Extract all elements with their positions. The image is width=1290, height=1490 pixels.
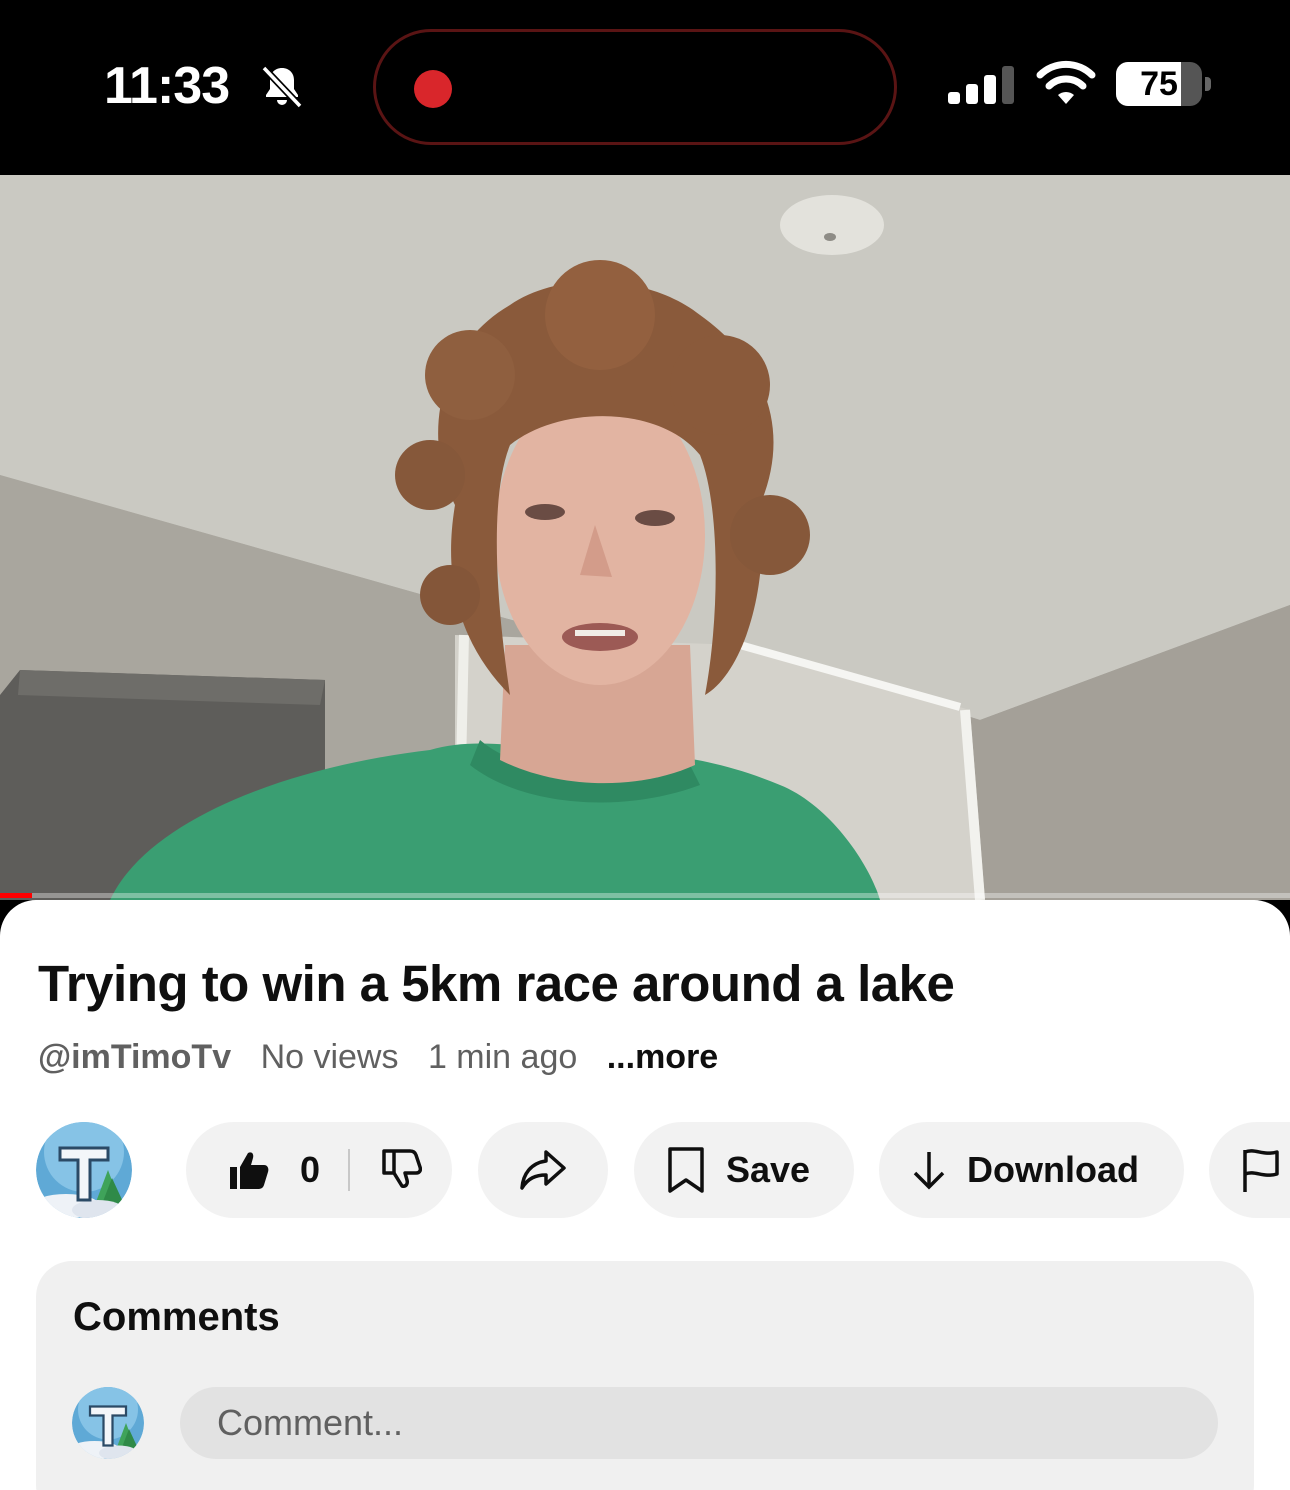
dislike-button[interactable]: [380, 1147, 423, 1194]
video-player[interactable]: [0, 175, 1290, 900]
bell-slash-icon: [261, 65, 303, 109]
share-icon: [520, 1150, 566, 1190]
user-avatar-logo: [72, 1387, 144, 1459]
recording-indicator: [414, 70, 452, 108]
like-count: 0: [300, 1149, 321, 1190]
video-progress-fill: [0, 893, 33, 898]
video-details-sheet: Trying to win a 5km race around a lake @…: [0, 900, 1290, 1490]
more-link[interactable]: ...more: [607, 1038, 718, 1076]
channel-avatar[interactable]: [36, 1122, 132, 1218]
status-time: 11:33: [104, 57, 230, 115]
video-title[interactable]: Trying to win a 5km race around a lake: [38, 954, 955, 1013]
view-count: No views: [260, 1038, 399, 1076]
report-button[interactable]: [1209, 1122, 1290, 1218]
download-label: Download: [967, 1149, 1139, 1190]
like-divider: [348, 1149, 351, 1191]
upload-age: 1 min ago: [427, 1038, 578, 1076]
video-progress-bar[interactable]: [0, 893, 1290, 898]
comments-section[interactable]: Comments: [36, 1261, 1254, 1490]
thumbs-down-icon: [382, 1148, 423, 1188]
like-dislike-group: 0: [186, 1122, 452, 1218]
channel-handle[interactable]: @imTimoTv: [38, 1038, 231, 1076]
flag-icon: [1243, 1149, 1279, 1192]
save-label: Save: [726, 1149, 811, 1190]
status-bar: 11:33 75: [0, 0, 1290, 175]
comments-title: Comments: [73, 1295, 280, 1339]
thumbs-up-icon: [230, 1152, 269, 1189]
battery-percent: 75: [1140, 65, 1178, 103]
comment-input[interactable]: [180, 1387, 1218, 1459]
wifi-icon: [1036, 60, 1096, 104]
bookmark-icon: [668, 1147, 704, 1193]
battery-icon: 75: [1116, 62, 1212, 106]
channel-logo: [36, 1122, 132, 1218]
download-arrow-icon: [913, 1152, 945, 1190]
save-button[interactable]: Save: [634, 1122, 854, 1218]
video-frame: [0, 175, 1290, 900]
video-metadata[interactable]: @imTimoTv No views 1 min ago ...more: [38, 1038, 738, 1077]
like-button[interactable]: 0: [228, 1149, 320, 1191]
download-button[interactable]: Download: [879, 1122, 1184, 1218]
cellular-signal-icon: [948, 66, 1014, 104]
action-bar: 0 Save Download: [0, 1122, 1290, 1220]
share-button[interactable]: [478, 1122, 608, 1218]
dynamic-island[interactable]: [373, 29, 897, 145]
user-avatar: [72, 1387, 144, 1459]
